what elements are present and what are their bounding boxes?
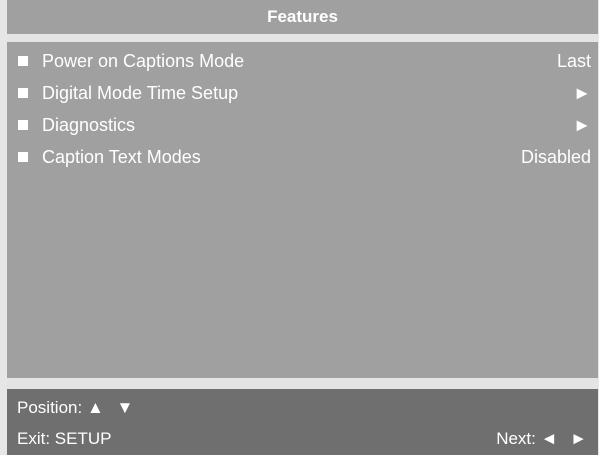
menu-item-diagnostics[interactable]: Diagnostics ► <box>7 109 598 141</box>
bullet-icon <box>18 88 28 98</box>
bullet-icon <box>18 120 28 130</box>
next-label: Next: <box>496 429 536 448</box>
menu-item-label: Caption Text Modes <box>42 146 201 167</box>
bullet-icon <box>18 56 28 66</box>
up-down-arrows-icon: ▲ ▼ <box>86 398 138 417</box>
osd-menu: Features Power on Captions Mode Last Dig… <box>7 0 598 455</box>
submenu-arrow-icon: ► <box>573 114 591 135</box>
position-hint: Position: ▲ ▼ <box>17 396 591 420</box>
menu-title: Features <box>267 7 338 26</box>
submenu-arrow-icon: ► <box>573 82 591 103</box>
position-label: Position: <box>17 398 83 417</box>
menu-item-value: Last <box>556 50 591 71</box>
exit-next-hint: Exit: SETUP Next: ◄ ► <box>17 427 591 451</box>
footer-help: Position: ▲ ▼ Exit: SETUP Next: ◄ ► <box>7 389 598 455</box>
menu-item-power-on-captions-mode[interactable]: Power on Captions Mode Last <box>7 45 598 77</box>
menu-title-bar: Features <box>7 0 598 34</box>
menu-item-caption-text-modes[interactable]: Caption Text Modes Disabled <box>7 141 598 173</box>
menu-item-digital-mode-time-setup[interactable]: Digital Mode Time Setup ► <box>7 77 598 109</box>
menu-item-value: Disabled <box>520 146 591 167</box>
bottom-divider <box>7 378 598 389</box>
bullet-icon <box>18 152 28 162</box>
menu-item-label: Diagnostics <box>42 114 136 135</box>
menu-item-label: Power on Captions Mode <box>42 50 245 71</box>
menu-item-label: Digital Mode Time Setup <box>42 82 239 103</box>
left-right-arrows-icon: ◄ ► <box>540 429 591 448</box>
top-divider <box>7 34 598 42</box>
menu-list: Power on Captions Mode Last Digital Mode… <box>7 42 598 378</box>
exit-label: Exit: SETUP <box>17 429 112 448</box>
